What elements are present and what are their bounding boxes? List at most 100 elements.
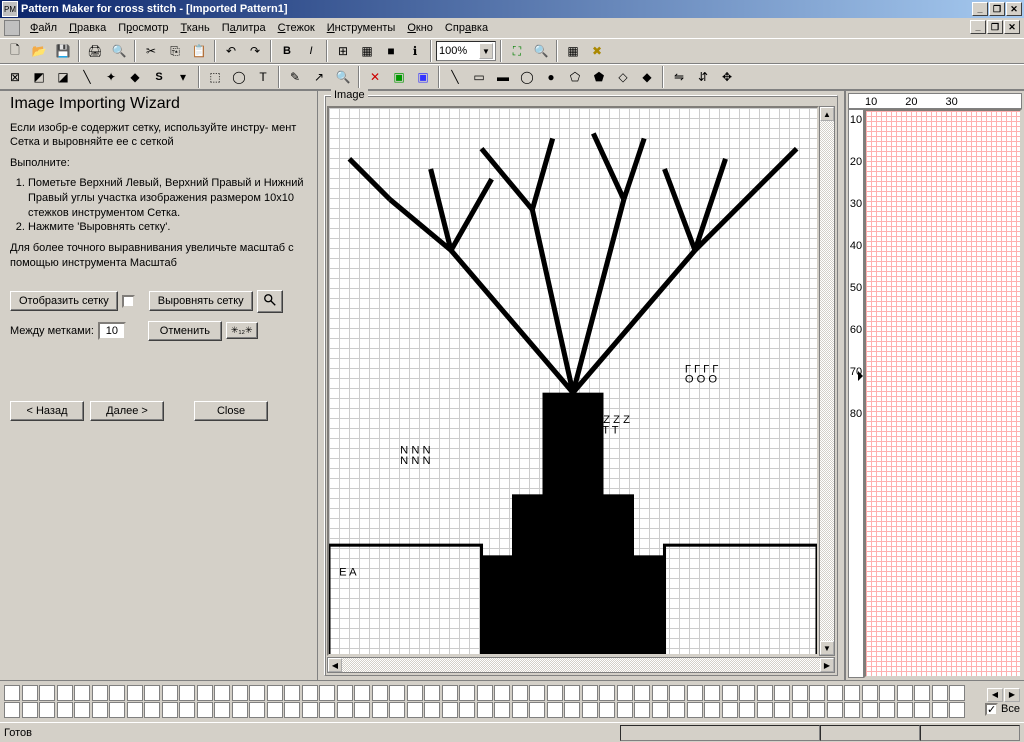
palette-cell[interactable] <box>722 685 738 701</box>
quarter-stitch-icon[interactable]: ◪ <box>52 66 74 88</box>
palette-cell[interactable] <box>897 685 913 701</box>
palette-cell[interactable] <box>214 702 230 718</box>
palette-cell[interactable] <box>652 702 668 718</box>
palette-cell[interactable] <box>319 702 335 718</box>
palette-cell[interactable] <box>109 702 125 718</box>
flood-fill-icon[interactable]: ✕ <box>364 66 386 88</box>
palette-cell[interactable] <box>774 702 790 718</box>
palette-cell[interactable] <box>599 685 615 701</box>
palette-cell[interactable] <box>669 685 685 701</box>
palette-cell[interactable] <box>669 702 685 718</box>
save-icon[interactable]: 💾 <box>52 40 74 62</box>
palette-cell[interactable] <box>197 685 213 701</box>
palette-cell[interactable] <box>109 685 125 701</box>
palette-cell[interactable] <box>739 685 755 701</box>
cut-icon[interactable]: ✂ <box>140 40 162 62</box>
palette-cell[interactable] <box>284 685 300 701</box>
palette-cell[interactable] <box>354 702 370 718</box>
palette-cell[interactable] <box>844 685 860 701</box>
palette-cell[interactable] <box>617 685 633 701</box>
palette-cell[interactable] <box>494 702 510 718</box>
mirror-v-icon[interactable]: ⇵ <box>692 66 714 88</box>
bold-icon[interactable]: B <box>276 40 298 62</box>
palette-cell[interactable] <box>459 702 475 718</box>
palette-cell[interactable] <box>774 685 790 701</box>
palette-cell[interactable] <box>39 702 55 718</box>
palette-cell[interactable] <box>599 702 615 718</box>
text-tool-alt-icon[interactable]: ▾ <box>172 66 194 88</box>
vertical-scrollbar[interactable]: ▲ ▼ <box>819 106 835 656</box>
palette-cell[interactable] <box>809 685 825 701</box>
filled-rect-icon[interactable]: ▬ <box>492 66 514 88</box>
palette-cell[interactable] <box>22 702 38 718</box>
undo-icon[interactable]: ↶ <box>220 40 242 62</box>
scroll-down-icon[interactable]: ▼ <box>820 641 834 655</box>
palette-cell[interactable] <box>354 685 370 701</box>
special-stitch-icon[interactable]: S <box>148 66 170 88</box>
palette-cell[interactable] <box>302 685 318 701</box>
menu-view[interactable]: Просмотр <box>112 20 174 36</box>
palette-cell[interactable] <box>792 685 808 701</box>
dropdown-icon[interactable]: ▼ <box>479 43 493 59</box>
back-button[interactable]: < Назад <box>10 401 84 421</box>
menu-tools[interactable]: Инструменты <box>321 20 402 36</box>
pointer-green-icon[interactable]: ▣ <box>388 66 410 88</box>
menu-help[interactable]: Справка <box>439 20 494 36</box>
menu-palette[interactable]: Палитра <box>216 20 272 36</box>
palette-cell[interactable] <box>407 685 423 701</box>
text-tool-icon[interactable]: T <box>252 66 274 88</box>
close-button[interactable]: ✕ <box>1006 2 1022 16</box>
palette-cell[interactable] <box>879 685 895 701</box>
palette-cell[interactable] <box>459 685 475 701</box>
polygon-tool-icon[interactable]: ⬠ <box>564 66 586 88</box>
palette-cell[interactable] <box>687 702 703 718</box>
palette-cell[interactable] <box>809 702 825 718</box>
mirror-h-icon[interactable]: ⇋ <box>668 66 690 88</box>
palette-cell[interactable] <box>302 702 318 718</box>
palette-cell[interactable] <box>179 702 195 718</box>
palette-cell[interactable] <box>827 685 843 701</box>
redo-icon[interactable]: ↷ <box>244 40 266 62</box>
print-icon[interactable]: 🖨 <box>84 40 106 62</box>
palette-cell[interactable] <box>337 685 353 701</box>
palette-cell[interactable] <box>722 702 738 718</box>
ellipse-tool-icon[interactable]: ◯ <box>516 66 538 88</box>
palette-grid[interactable] <box>4 685 966 718</box>
palette-cell[interactable] <box>92 702 108 718</box>
palette-cell[interactable] <box>232 685 248 701</box>
diamond-tool-icon[interactable]: ◇ <box>612 66 634 88</box>
fit-window-icon[interactable]: ⛶ <box>506 40 528 62</box>
palette-cell[interactable] <box>144 702 160 718</box>
align-grid-button[interactable]: Выровнять сетку <box>149 291 253 311</box>
half-stitch-icon[interactable]: ◩ <box>28 66 50 88</box>
color-picker-icon[interactable]: ↗ <box>308 66 330 88</box>
palette-cell[interactable] <box>512 702 528 718</box>
palette-cell[interactable] <box>757 685 773 701</box>
palette-cell[interactable] <box>249 685 265 701</box>
palette-cell[interactable] <box>127 702 143 718</box>
menu-edit[interactable]: Правка <box>63 20 112 36</box>
horizontal-scrollbar[interactable]: ◀ ▶ <box>327 657 835 673</box>
palette-cell[interactable] <box>582 702 598 718</box>
open-file-icon[interactable]: 📂 <box>28 40 50 62</box>
palette-cell[interactable] <box>862 702 878 718</box>
cancel-button[interactable]: Отменить <box>148 321 222 341</box>
menu-stitch[interactable]: Стежок <box>272 20 321 36</box>
view-stitches-icon[interactable]: ⊞ <box>332 40 354 62</box>
palette-cell[interactable] <box>57 685 73 701</box>
palette-cell[interactable] <box>914 702 930 718</box>
center-icon[interactable]: ✥ <box>716 66 738 88</box>
palette-cell[interactable] <box>442 702 458 718</box>
mdi-restore-button[interactable]: ❐ <box>987 20 1003 34</box>
palette-cell[interactable] <box>267 685 283 701</box>
palette-cell[interactable] <box>284 702 300 718</box>
palette-cell[interactable] <box>39 685 55 701</box>
menu-fabric[interactable]: Ткань <box>174 20 215 36</box>
menu-window[interactable]: Окно <box>401 20 439 36</box>
palette-cell[interactable] <box>442 685 458 701</box>
palette-left-icon[interactable]: ◀ <box>987 688 1003 702</box>
palette-cell[interactable] <box>547 685 563 701</box>
menu-file[interactable]: Файл <box>24 20 63 36</box>
palette-cell[interactable] <box>144 685 160 701</box>
palette-cell[interactable] <box>547 702 563 718</box>
